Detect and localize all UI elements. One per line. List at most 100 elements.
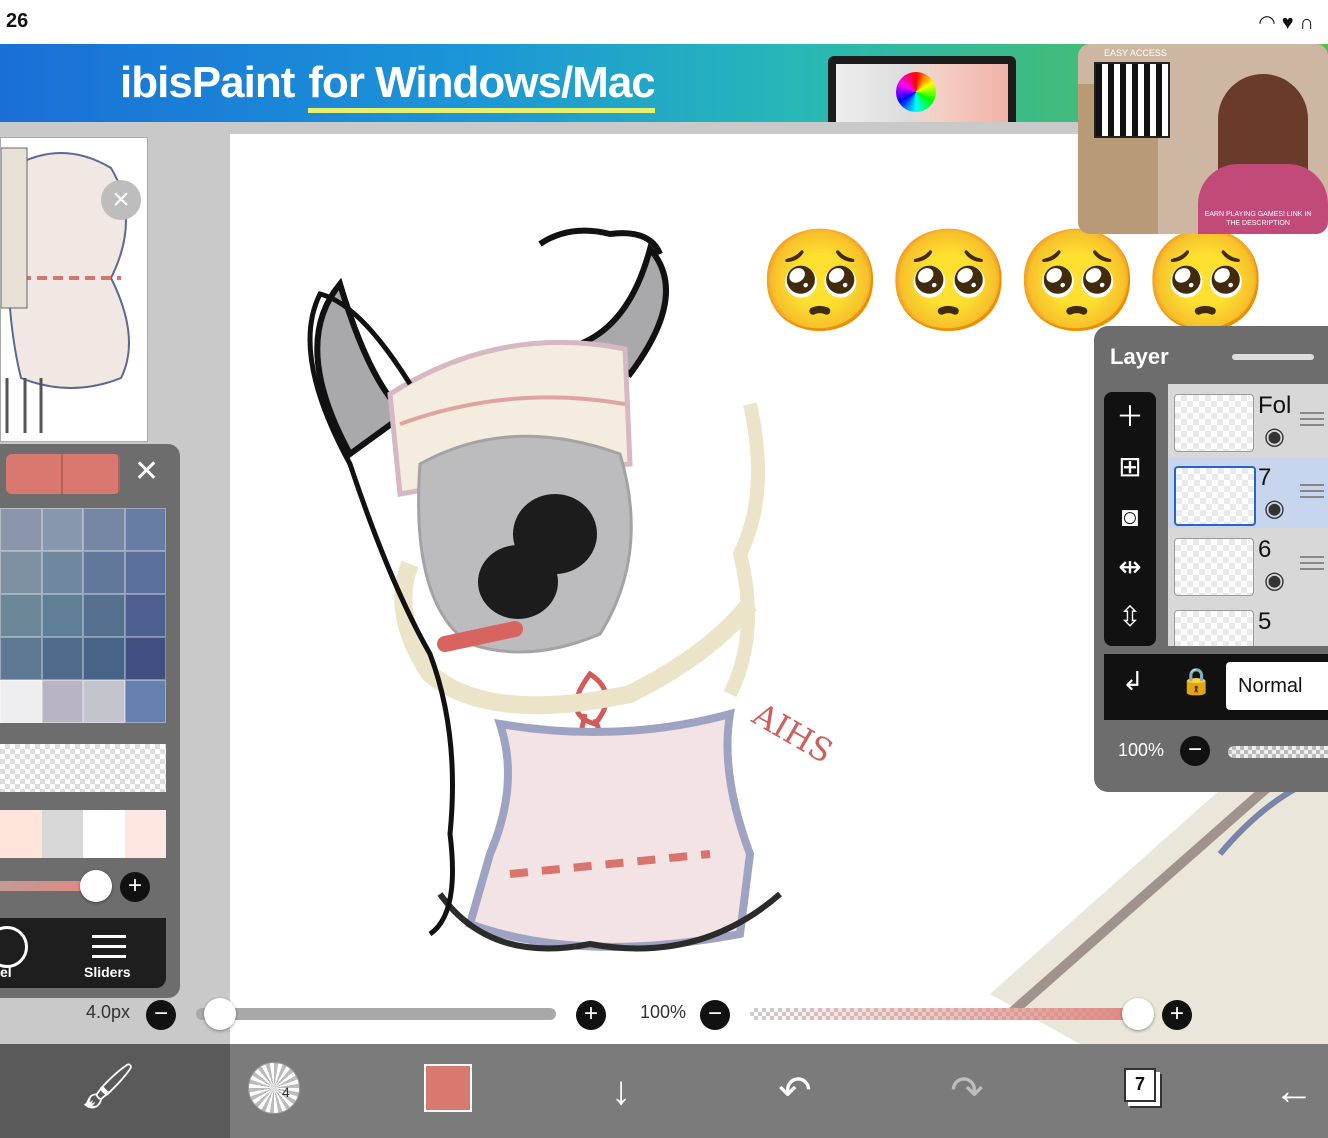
palette-row[interactable] <box>0 810 166 858</box>
ad-brand: ibisPaint <box>120 58 295 107</box>
brush-icon: 🖌 <box>80 1062 136 1111</box>
layer-row[interactable]: 6 ◉ <box>1168 530 1328 600</box>
palette-swatch[interactable] <box>83 594 125 637</box>
brush-size-minus-button[interactable]: − <box>146 1000 176 1030</box>
palette-swatch[interactable] <box>0 680 42 723</box>
palette-swatch[interactable] <box>83 637 125 680</box>
palette-swatch[interactable] <box>0 810 42 858</box>
status-bar: 26 ◠♥∩ <box>0 0 1328 44</box>
palette-swatch[interactable] <box>41 680 83 723</box>
palette-swatch[interactable] <box>0 551 42 594</box>
flip-vertical-icon[interactable]: ⇳ <box>1104 592 1156 642</box>
brightness-slider-track[interactable] <box>0 881 90 891</box>
tab-sliders-label[interactable]: Sliders <box>84 964 131 980</box>
layer-name: 6 <box>1258 536 1272 563</box>
layer-row-selected[interactable]: 7 ◉ <box>1168 458 1328 528</box>
brightness-plus-button[interactable]: + <box>120 872 150 902</box>
heart-icon: ♥ <box>1281 12 1300 34</box>
ad-monitor-image <box>828 56 1016 122</box>
layers-button[interactable]: 7 <box>1124 1068 1156 1102</box>
palette-swatch[interactable] <box>124 810 166 858</box>
brush-type-button[interactable] <box>248 1062 300 1114</box>
layer-thumbnail <box>1174 538 1254 596</box>
brush-opacity-minus-button[interactable]: − <box>700 1000 730 1030</box>
palette-swatch[interactable] <box>124 508 166 551</box>
palette-swatch[interactable] <box>41 551 83 594</box>
ad-title: ibisPaint for Windows/Mac <box>120 58 656 113</box>
palette-swatch[interactable] <box>0 637 42 680</box>
palette-swatch[interactable] <box>83 508 125 551</box>
brush-opacity-plus-button[interactable]: + <box>1162 1000 1192 1030</box>
layer-tools: ＋ ⊞ ◙ ⇹ ⇳ <box>1104 392 1156 646</box>
duplicate-layer-icon[interactable]: ⊞ <box>1104 442 1156 492</box>
redo-icon[interactable]: ↷ <box>912 1044 1022 1138</box>
brush-size-slider[interactable] <box>196 1008 556 1020</box>
palette-swatch[interactable] <box>41 810 83 858</box>
brush-size-plus-button[interactable]: + <box>576 1000 606 1030</box>
tab-wheel-label[interactable]: el <box>0 964 12 980</box>
eye-icon[interactable]: ◉ <box>1264 422 1285 451</box>
palette-swatch[interactable] <box>41 637 83 680</box>
palette-swatch[interactable] <box>124 680 166 723</box>
layer-row[interactable]: Fol ◉ <box>1168 386 1328 456</box>
palette-swatch[interactable] <box>41 508 83 551</box>
ad-tagline: for Windows/Mac <box>308 58 656 113</box>
flip-horizontal-icon[interactable]: ⇹ <box>1104 542 1156 592</box>
emoji-row: 🥺🥺🥺🥺 <box>758 225 1273 337</box>
layer-thumbnail <box>1174 394 1254 452</box>
layer-name: 7 <box>1258 464 1272 491</box>
wifi-icon: ◠ <box>1258 12 1282 34</box>
status-icons: ◠♥∩ <box>1258 10 1320 35</box>
palette-swatch[interactable] <box>41 594 83 637</box>
color-panel-tabbar: el Sliders <box>0 918 166 988</box>
eye-icon[interactable]: ◉ <box>1264 566 1285 595</box>
brush-tool-button[interactable]: 🖌 <box>0 1044 230 1138</box>
layer-row[interactable]: 5 <box>1168 602 1328 646</box>
color-wheel-icon[interactable] <box>0 926 28 968</box>
brush-opacity-slider[interactable] <box>750 1008 1140 1020</box>
current-color-swatches[interactable] <box>6 454 120 494</box>
layer-name: Fol <box>1258 392 1292 419</box>
clipping-icon[interactable]: ↲ <box>1122 666 1144 697</box>
palette-swatch[interactable] <box>124 637 166 680</box>
current-color-button[interactable] <box>424 1064 472 1112</box>
drag-handle-icon[interactable] <box>1300 482 1324 498</box>
brush-size-badge: 4 <box>282 1084 290 1100</box>
blend-mode-select[interactable]: Normal <box>1226 662 1328 710</box>
brightness-slider-knob[interactable] <box>80 870 112 902</box>
brush-opacity-value: 100% <box>640 1002 687 1022</box>
color-panel-close-button[interactable]: ✕ <box>134 454 159 489</box>
undo-icon[interactable]: ↶ <box>740 1044 850 1138</box>
qr-code <box>1094 62 1170 138</box>
camera-icon[interactable]: ◙ <box>1104 492 1156 542</box>
layer-panel-grip[interactable] <box>1232 354 1314 360</box>
brush-settings-bar: 4.0px − + 100% − + <box>0 990 1328 1040</box>
add-layer-icon[interactable]: ＋ <box>1104 392 1156 442</box>
reference-window[interactable]: × <box>0 137 148 442</box>
video-ad-overlay[interactable]: EASY ACCESS EARN PLAYING GAMES! LINK IN … <box>1078 44 1328 234</box>
palette-swatch[interactable] <box>83 551 125 594</box>
brush-size-knob[interactable] <box>204 998 236 1030</box>
palette-swatch[interactable] <box>83 810 125 858</box>
palette-swatch[interactable] <box>0 594 42 637</box>
layer-thumbnail <box>1174 466 1256 526</box>
sliders-icon[interactable] <box>92 930 126 958</box>
layer-list[interactable]: Fol ◉ 7 ◉ 6 ◉ 5 <box>1168 384 1328 646</box>
reference-close-button[interactable]: × <box>101 180 141 220</box>
brush-opacity-knob[interactable] <box>1122 998 1154 1030</box>
transparent-swatch-row[interactable] <box>0 744 166 792</box>
move-down-icon[interactable]: ↓ <box>566 1044 676 1138</box>
palette-swatch[interactable] <box>124 594 166 637</box>
alpha-lock-icon[interactable]: 🔒 <box>1180 666 1212 697</box>
layer-opacity-slider[interactable] <box>1228 746 1328 758</box>
drag-handle-icon[interactable] <box>1300 554 1324 570</box>
palette-swatch[interactable] <box>83 680 125 723</box>
status-time: 26 <box>6 10 29 32</box>
back-icon[interactable]: ← <box>1260 1044 1328 1138</box>
color-palette-grid[interactable] <box>0 508 166 723</box>
eye-icon[interactable]: ◉ <box>1264 494 1285 523</box>
palette-swatch[interactable] <box>0 508 42 551</box>
drag-handle-icon[interactable] <box>1300 410 1324 426</box>
layer-opacity-minus-button[interactable]: − <box>1180 736 1210 766</box>
palette-swatch[interactable] <box>124 551 166 594</box>
